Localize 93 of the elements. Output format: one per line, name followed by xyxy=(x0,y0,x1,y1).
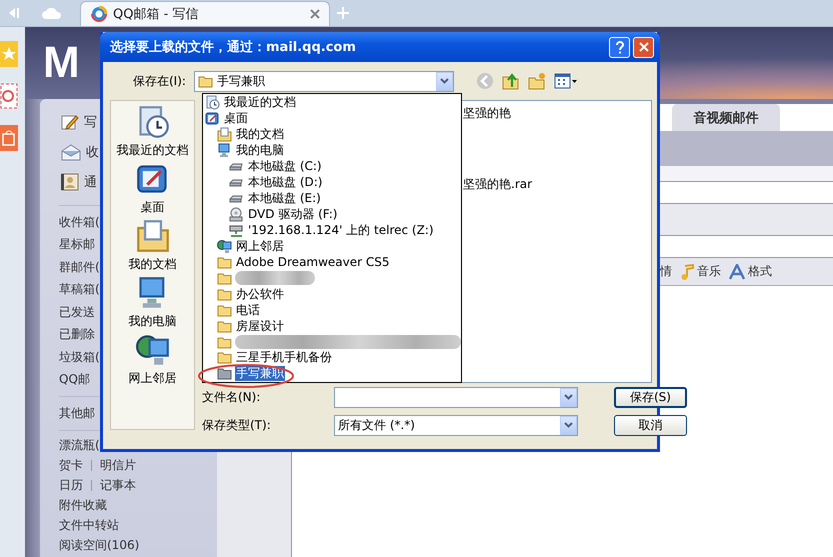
field-label: 保存在(I): xyxy=(133,72,186,90)
folder-option[interactable]: 本地磁盘 (E:) xyxy=(247,191,322,206)
file-name[interactable]: 坚强的艳.rar xyxy=(463,176,651,193)
dialog-title: 选择要上载的文件，通过：mail.qq.com xyxy=(110,38,357,56)
folder-option[interactable]: '192.168.1.124' 上的 telrec (Z:) xyxy=(247,222,435,238)
folder-link[interactable]: 文件中转站 xyxy=(59,517,119,534)
toolbar-label[interactable]: 音乐 xyxy=(697,263,721,280)
folder-option[interactable]: 我的文档 xyxy=(235,127,285,142)
folder-link[interactable]: 附件收藏 xyxy=(59,497,107,514)
place-link[interactable]: 我最近的文档 xyxy=(116,142,188,159)
folder-option[interactable]: DVD 驱动器 (F:) xyxy=(247,207,338,222)
help-icon xyxy=(614,40,626,54)
file-name-field[interactable] xyxy=(334,386,578,408)
folder-link[interactable]: 群邮件( xyxy=(59,258,100,276)
folder-link[interactable]: 记事本 xyxy=(100,477,136,494)
network-drive-icon xyxy=(229,222,244,238)
chevron-down-icon xyxy=(440,78,449,84)
folder-option[interactable]: 本地磁盘 (C:) xyxy=(247,159,323,174)
network-globe-icon xyxy=(217,238,232,254)
view-menu-icon xyxy=(554,73,578,89)
folder-link[interactable]: 垃圾箱( xyxy=(59,348,100,366)
chevron-down-icon xyxy=(564,422,573,428)
dropdown-value: 所有文件 (*.*) xyxy=(338,416,416,434)
folder-option[interactable]: 本地磁盘 (D:) xyxy=(247,175,324,190)
dropdown-value: 手写兼职 xyxy=(216,72,266,90)
folder-link[interactable]: 星标邮 xyxy=(59,236,95,254)
dropdown-arrow-button[interactable] xyxy=(560,416,577,434)
close-icon xyxy=(638,41,650,53)
computer-icon xyxy=(217,143,232,158)
folder-link[interactable]: 收件箱( xyxy=(59,214,100,231)
save-in-dropdown[interactable]: 手写兼职 xyxy=(194,70,454,92)
folder-option[interactable]: 网上邻居 xyxy=(235,238,285,254)
dropdown-arrow-button[interactable] xyxy=(560,388,577,406)
new-folder-icon xyxy=(528,72,546,90)
close-button[interactable] xyxy=(633,36,654,58)
folder-option[interactable]: 房屋设计 xyxy=(235,318,285,334)
folder-option[interactable]: Adobe Dreamweaver CS5 xyxy=(235,254,391,270)
shopping-bag-icon xyxy=(0,125,18,151)
folder-option[interactable]: 我最近的文档 xyxy=(223,95,297,110)
folder-link[interactable]: 草稿箱( xyxy=(59,281,100,298)
contact-card-icon xyxy=(61,173,79,191)
file-name[interactable]: 坚强的艳 xyxy=(463,105,651,122)
folder-link[interactable]: QQ邮 xyxy=(59,371,90,388)
file-type-dropdown[interactable]: 所有文件 (*.*) xyxy=(334,414,578,436)
folder-option[interactable]: 电话 xyxy=(235,302,261,318)
tab-title: QQ邮箱 - 写信 xyxy=(113,6,200,23)
mail-tab[interactable]: 音视频邮件 xyxy=(672,104,780,131)
folder-option[interactable]: 办公软件 xyxy=(235,286,285,302)
disc-drive-icon xyxy=(229,207,244,222)
save-button[interactable]: 保存(S) xyxy=(614,386,687,408)
folder-option[interactable]: 我的电脑 xyxy=(235,143,285,158)
folder-link[interactable]: 日历 xyxy=(59,477,83,494)
close-icon xyxy=(309,8,321,20)
folder-option[interactable]: 桌面 xyxy=(223,111,249,126)
field-label: 文件名(N): xyxy=(202,388,262,406)
folder-link[interactable]: 阅读空间(106) xyxy=(59,537,140,554)
folder-link[interactable]: 已删除 xyxy=(59,326,95,344)
nav-link[interactable]: 写 xyxy=(84,113,97,131)
folder-option[interactable]: 三星手机手机备份 xyxy=(235,350,333,366)
up-folder-icon xyxy=(502,72,520,90)
place-link[interactable]: 我的电脑 xyxy=(128,313,176,330)
envelope-icon xyxy=(61,143,81,161)
at-sign-icon xyxy=(0,83,18,109)
nav-link[interactable]: 通 xyxy=(84,173,97,191)
place-link[interactable]: 桌面 xyxy=(140,199,164,216)
place-link[interactable]: 网上邻居 xyxy=(128,370,176,387)
nav-link[interactable]: 收 xyxy=(86,143,99,161)
document-folder-icon xyxy=(217,127,232,142)
logo: M xyxy=(43,38,80,88)
folder-link[interactable]: 已发送 xyxy=(59,304,95,321)
dropdown-arrow-button[interactable] xyxy=(436,72,453,90)
pencil-note-icon xyxy=(61,113,79,131)
toolbar-label[interactable]: 情 xyxy=(660,263,672,280)
browser-tab[interactable]: QQ邮箱 - 写信 xyxy=(80,1,330,26)
site-logo-icon xyxy=(91,6,107,22)
plus-icon xyxy=(336,6,350,20)
folder-link[interactable]: 漂流瓶( xyxy=(59,437,100,454)
cancel-button[interactable]: 取消 xyxy=(614,414,687,436)
toolbar-label[interactable]: 格式 xyxy=(748,263,772,280)
folder-link[interactable]: 贺卡 xyxy=(59,457,83,474)
help-button[interactable] xyxy=(609,36,630,58)
folder-icon xyxy=(198,74,213,88)
desktop-icon xyxy=(205,111,220,126)
folder-link[interactable]: 其他邮 xyxy=(59,404,95,422)
document-folder-icon xyxy=(136,219,170,253)
place-link[interactable]: 我的文档 xyxy=(128,256,176,273)
network-globe-icon xyxy=(136,333,170,367)
folder-link[interactable]: 明信片 xyxy=(100,457,136,474)
chevron-down-icon xyxy=(564,394,573,400)
cloud-icon xyxy=(42,6,62,20)
music-note-icon xyxy=(680,264,694,280)
format-icon xyxy=(729,264,745,280)
field-label: 保存类型(T): xyxy=(202,416,272,434)
